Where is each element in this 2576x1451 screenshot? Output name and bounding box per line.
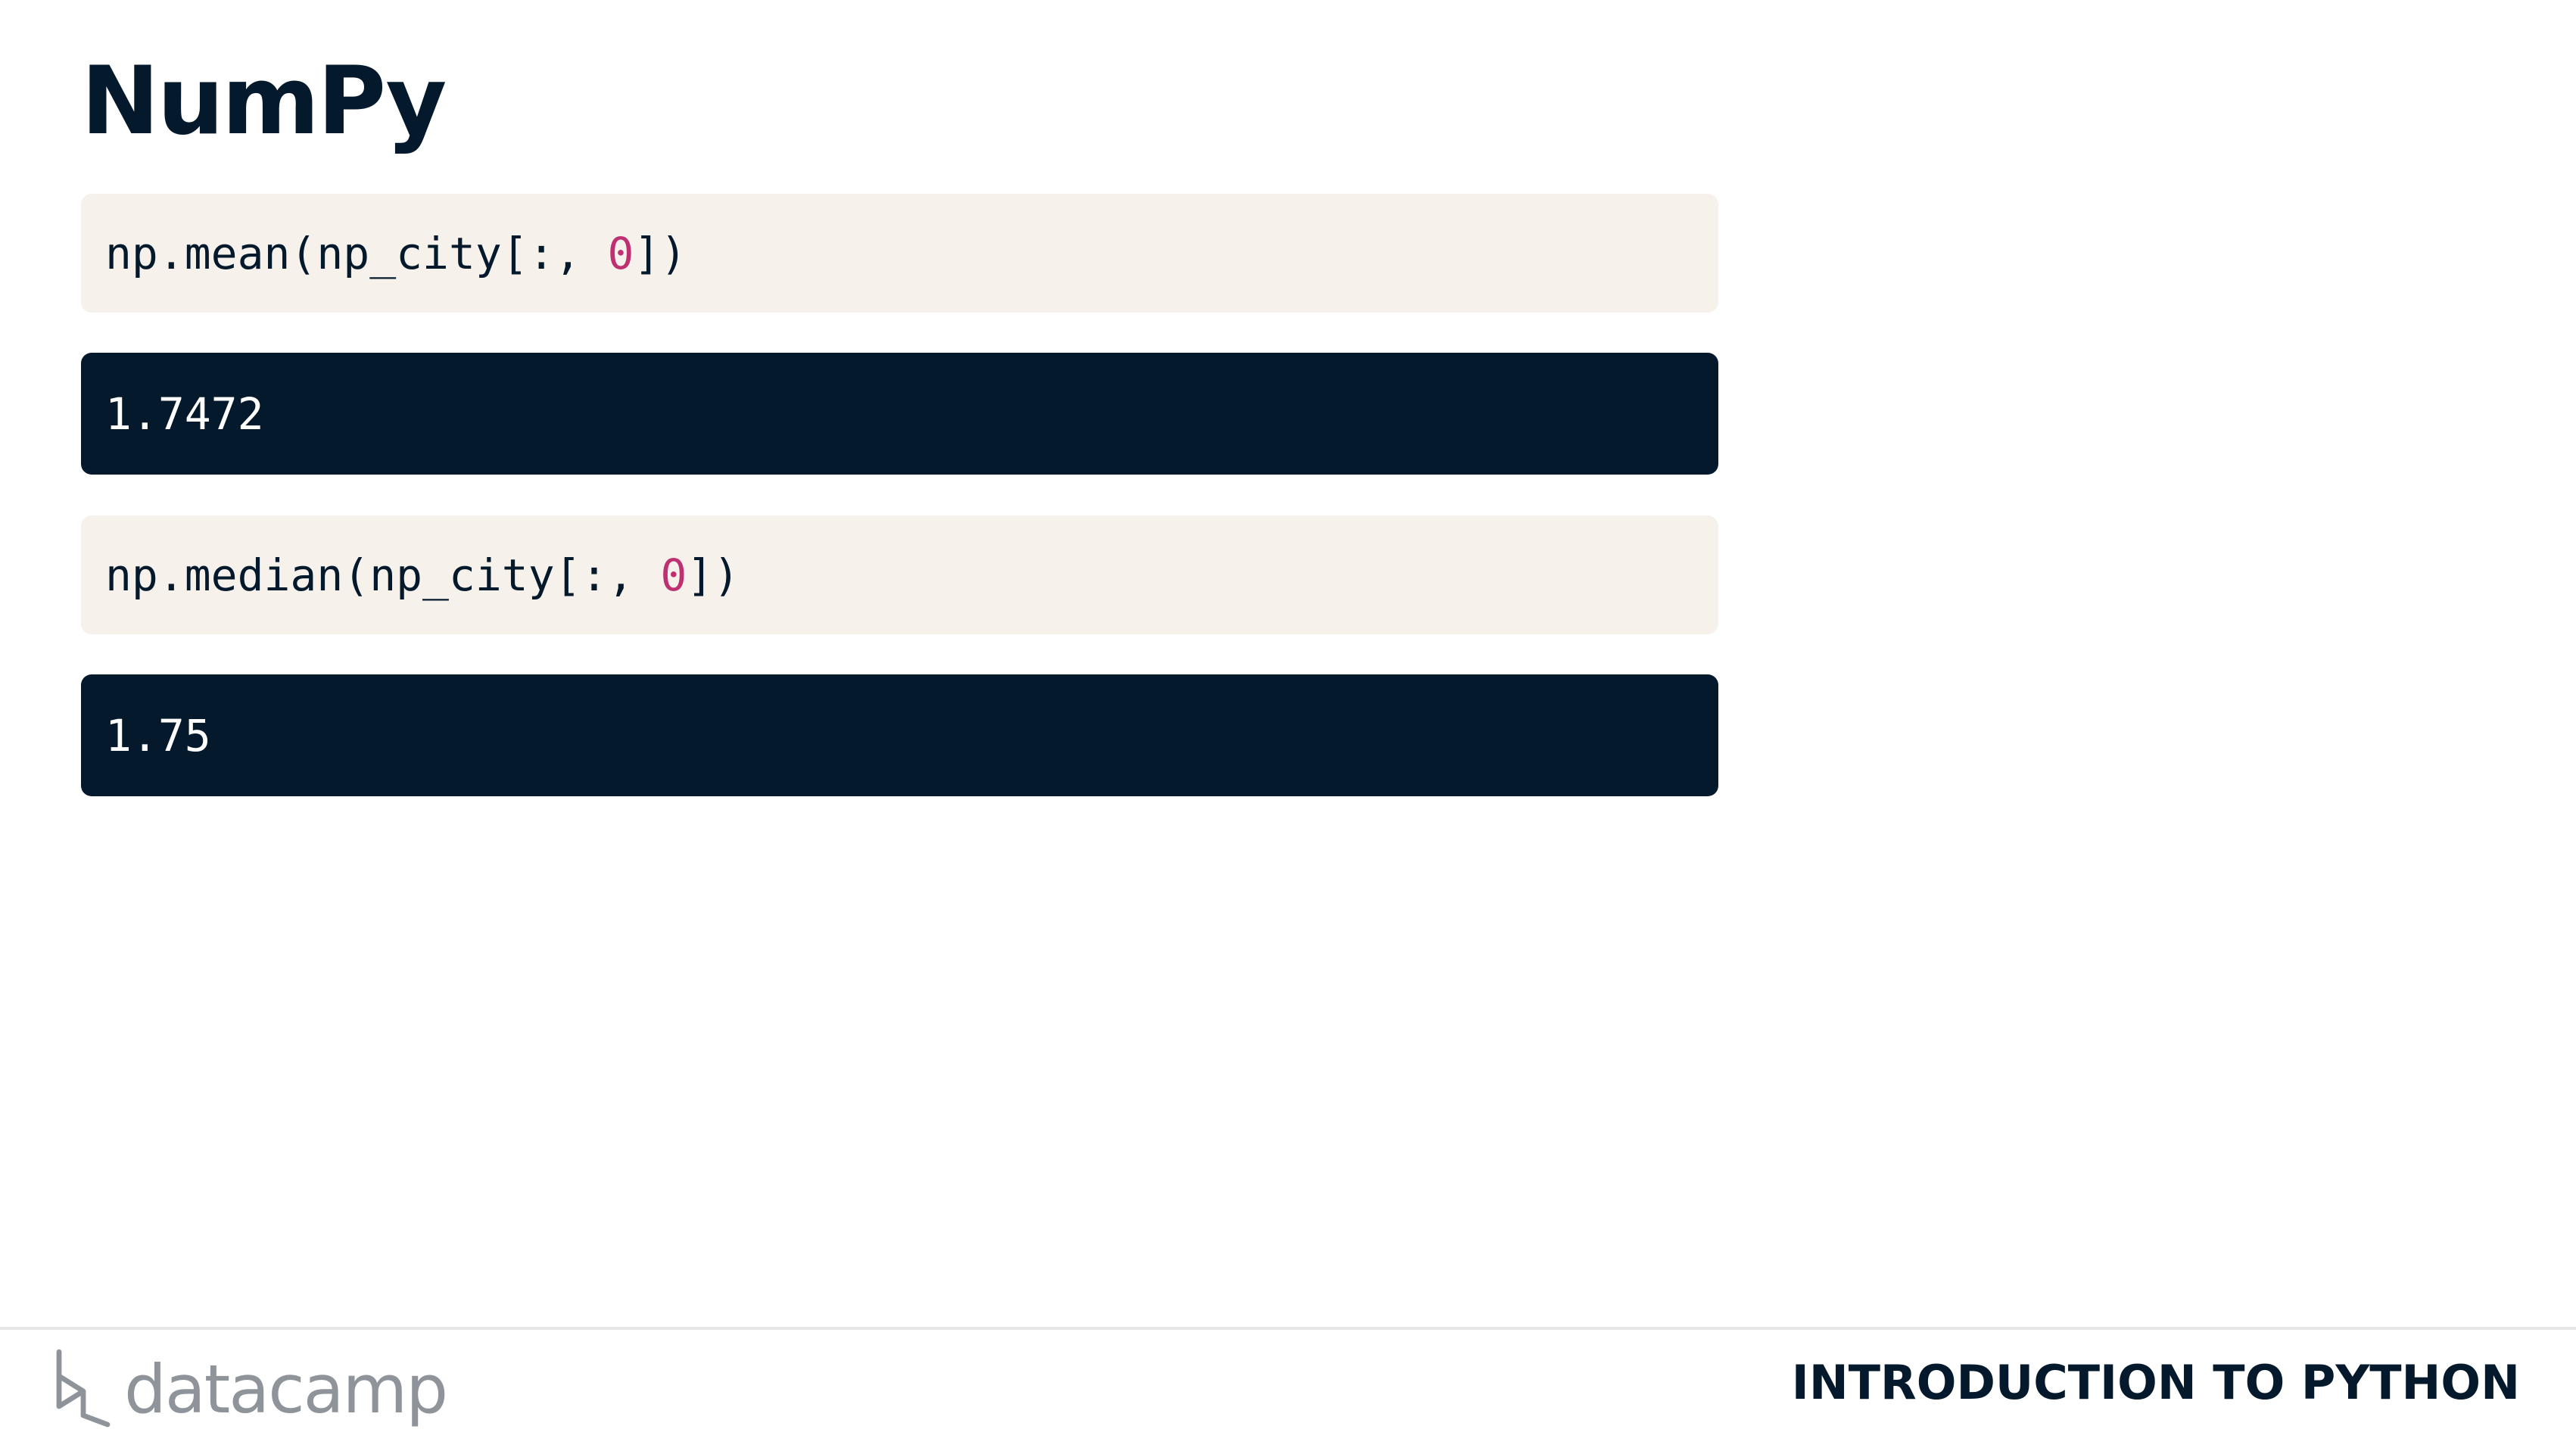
output-text: 1.7472 — [105, 388, 264, 440]
footer-divider — [0, 1327, 2576, 1330]
course-title: INTRODUCTION TO PYTHON — [1791, 1355, 2520, 1410]
output-text: 1.75 — [105, 709, 211, 761]
datacamp-logo: datacamp — [53, 1347, 448, 1431]
code-text: ]) — [687, 549, 740, 601]
slide-title: NumPy — [81, 47, 447, 156]
code-block-median: np.median(np_city[:, 0]) — [81, 515, 1718, 634]
code-block-mean: np.mean(np_city[:, 0]) — [81, 194, 1718, 313]
code-number-literal: 0 — [607, 227, 634, 279]
code-text: ]) — [634, 227, 687, 279]
output-block-mean: 1.7472 — [81, 353, 1718, 475]
code-number-literal: 0 — [660, 549, 687, 601]
logo-wordmark: datacamp — [124, 1350, 448, 1428]
code-text: np.mean(np_city[:, — [105, 227, 608, 279]
code-text: np.median(np_city[:, — [105, 549, 661, 601]
output-block-median: 1.75 — [81, 674, 1718, 796]
datacamp-logo-icon — [56, 1349, 111, 1428]
